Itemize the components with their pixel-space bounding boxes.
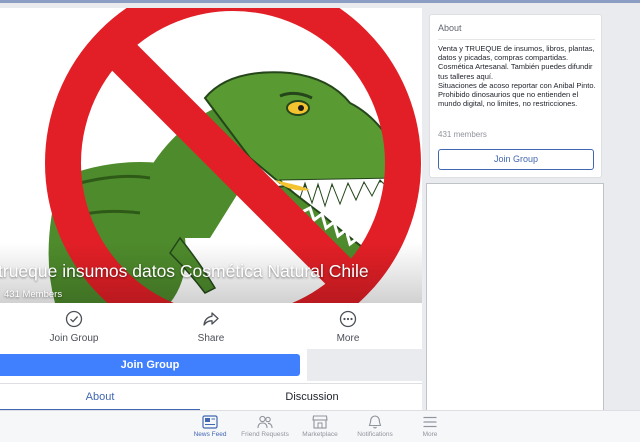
group-name[interactable]: trueque insumos datos Cosmética Natural … bbox=[0, 261, 369, 282]
nav-news-feed[interactable]: News Feed bbox=[182, 415, 238, 438]
nav-notifications-label: Notifications bbox=[357, 431, 393, 438]
button-spacer bbox=[307, 349, 422, 381]
about-description: Venta y TRUEQUE de insumos, libros, plan… bbox=[438, 44, 596, 109]
group-tabs: About Discussion bbox=[0, 383, 422, 410]
share-action-label: Share bbox=[197, 333, 225, 344]
nav-friend-requests[interactable]: Friend Requests bbox=[237, 415, 293, 438]
nav-marketplace-label: Marketplace bbox=[302, 431, 338, 438]
group-member-count[interactable]: 431 Members bbox=[4, 289, 62, 300]
group-actions: Join Group Share More bbox=[0, 310, 422, 350]
check-circle-icon bbox=[65, 310, 83, 328]
bell-icon bbox=[368, 415, 382, 429]
nav-more[interactable]: More bbox=[402, 415, 458, 438]
about-divider bbox=[438, 39, 595, 40]
nav-more-label: More bbox=[422, 431, 438, 438]
share-arrow-icon bbox=[203, 312, 219, 326]
tab-discussion[interactable]: Discussion bbox=[212, 384, 412, 410]
nav-news-feed-label: News Feed bbox=[193, 431, 227, 438]
top-bar bbox=[0, 0, 640, 3]
about-member-count[interactable]: 431 members bbox=[438, 130, 487, 139]
nav-marketplace[interactable]: Marketplace bbox=[292, 415, 348, 438]
more-action-label: More bbox=[336, 333, 360, 344]
group-cover-photo[interactable]: trueque insumos datos Cosmética Natural … bbox=[0, 8, 422, 303]
nav-notifications[interactable]: Notifications bbox=[347, 415, 403, 438]
join-group-action[interactable]: Join Group bbox=[39, 310, 109, 344]
bottom-navigation: News Feed Friend Requests Marketplace No… bbox=[0, 410, 640, 442]
about-card-title: About bbox=[438, 23, 462, 33]
marketplace-icon bbox=[312, 415, 328, 429]
join-group-action-label: Join Group bbox=[49, 333, 99, 344]
nav-friend-requests-label: Friend Requests bbox=[241, 431, 289, 438]
about-card: About Venta y TRUEQUE de insumos, libros… bbox=[429, 14, 602, 178]
more-action[interactable]: More bbox=[313, 310, 383, 344]
more-dots-icon bbox=[339, 310, 357, 328]
menu-icon bbox=[423, 416, 437, 428]
news-feed-icon bbox=[202, 415, 218, 429]
group-main-column: trueque insumos datos Cosmética Natural … bbox=[0, 8, 422, 410]
join-group-button[interactable]: Join Group bbox=[0, 354, 300, 376]
friends-icon bbox=[257, 415, 273, 429]
about-join-group-button[interactable]: Join Group bbox=[438, 149, 594, 170]
share-action[interactable]: Share bbox=[176, 310, 246, 344]
tab-about[interactable]: About bbox=[0, 384, 200, 410]
sidebar-empty-panel bbox=[426, 183, 604, 411]
